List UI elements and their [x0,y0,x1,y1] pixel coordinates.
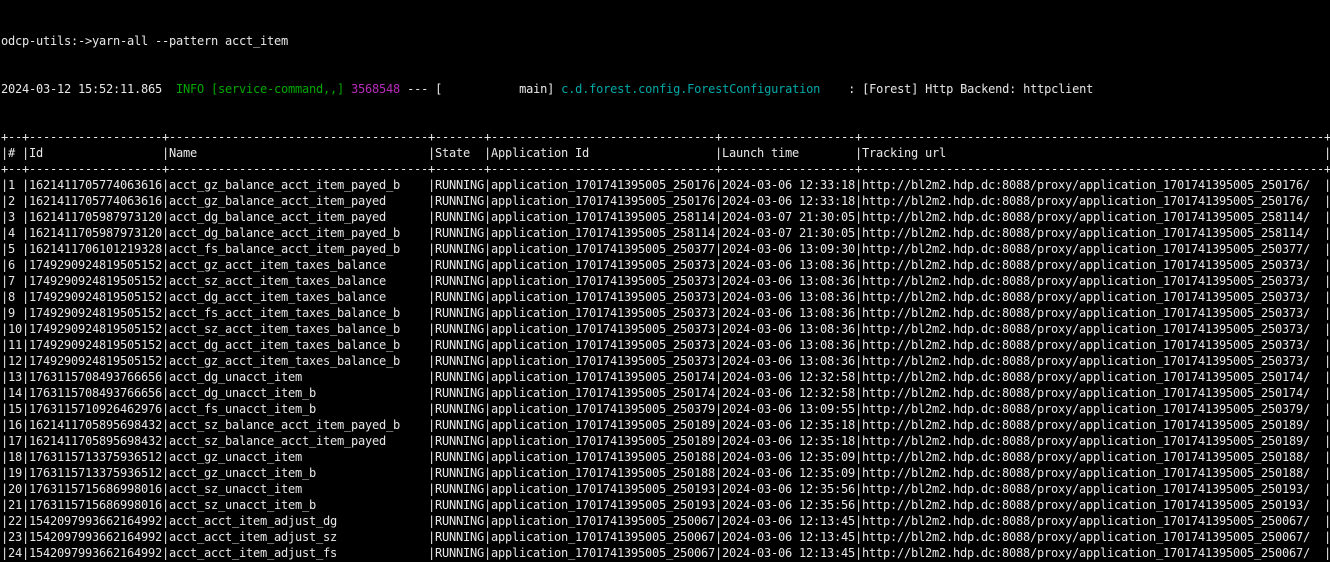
table-row: |14|1763115708493766656|acct_dg_unacct_i… [1,385,1330,401]
table-row: |13|1763115708493766656|acct_dg_unacct_i… [1,369,1330,385]
log-segment: 2024-03-12 15:52:11.865 [1,82,169,96]
prompt-line: odcp-utils:->yarn-all --pattern acct_ite… [1,33,1330,49]
table-header-border: +--+-------------------+----------------… [1,161,1330,177]
table-row: |18|1763115713375936512|acct_gz_unacct_i… [1,449,1330,465]
table-row: |1 |1621411705774063616|acct_gz_balance_… [1,177,1330,193]
log-line: 2024-03-12 15:52:11.865 INFO [service-co… [1,81,1330,97]
log-segment: INFO [service-command,,] [169,82,344,96]
terminal-window[interactable]: odcp-utils:->yarn-all --pattern acct_ite… [0,0,1330,562]
table-row: |17|1621411705895698432|acct_sz_balance_… [1,433,1330,449]
table-row: |5 |1621411706101219328|acct_fs_balance_… [1,241,1330,257]
table-row: |24|1542097993662164992|acct_acct_item_a… [1,545,1330,561]
table-row: |19|1763115713375936512|acct_gz_unacct_i… [1,465,1330,481]
log-segment: c.d.forest.config.ForestConfiguration [561,82,820,96]
table-row: |7 |1749290924819505152|acct_sz_acct_ite… [1,273,1330,289]
table-row: |23|1542097993662164992|acct_acct_item_a… [1,529,1330,545]
table-row: |20|1763115715686998016|acct_sz_unacct_i… [1,481,1330,497]
table-row: |11|1749290924819505152|acct_dg_acct_ite… [1,337,1330,353]
table-row: |4 |1621411705987973120|acct_dg_balance_… [1,225,1330,241]
log-segment: --- [ main] [400,82,561,96]
table-row: |10|1749290924819505152|acct_sz_acct_ite… [1,321,1330,337]
log-segment: : [Forest] Http Backend: httpclient [820,82,1093,96]
table-row: |21|1763115715686998016|acct_sz_unacct_i… [1,497,1330,513]
table-row: |3 |1621411705987973120|acct_dg_balance_… [1,209,1330,225]
table-row: |9 |1749290924819505152|acct_fs_acct_ite… [1,305,1330,321]
table-row: |22|1542097993662164992|acct_acct_item_a… [1,513,1330,529]
table-row: |12|1749290924819505152|acct_gz_acct_ite… [1,353,1330,369]
table-row: |6 |1749290924819505152|acct_gz_acct_ite… [1,257,1330,273]
log-segment [344,82,351,96]
table-row: |8 |1749290924819505152|acct_dg_acct_ite… [1,289,1330,305]
log-segment: 3568548 [351,82,400,96]
table-row: |2 |1621411705774063616|acct_gz_balance_… [1,193,1330,209]
table-row: |15|1763115710926462976|acct_fs_unacct_i… [1,401,1330,417]
table-row: |16|1621411705895698432|acct_sz_balance_… [1,417,1330,433]
yarn-applications-table: +--+-------------------+----------------… [1,129,1330,562]
table-top-border: +--+-------------------+----------------… [1,129,1330,145]
table-header-row: |# |Id |Name |State |Application Id |Lau… [1,145,1330,161]
